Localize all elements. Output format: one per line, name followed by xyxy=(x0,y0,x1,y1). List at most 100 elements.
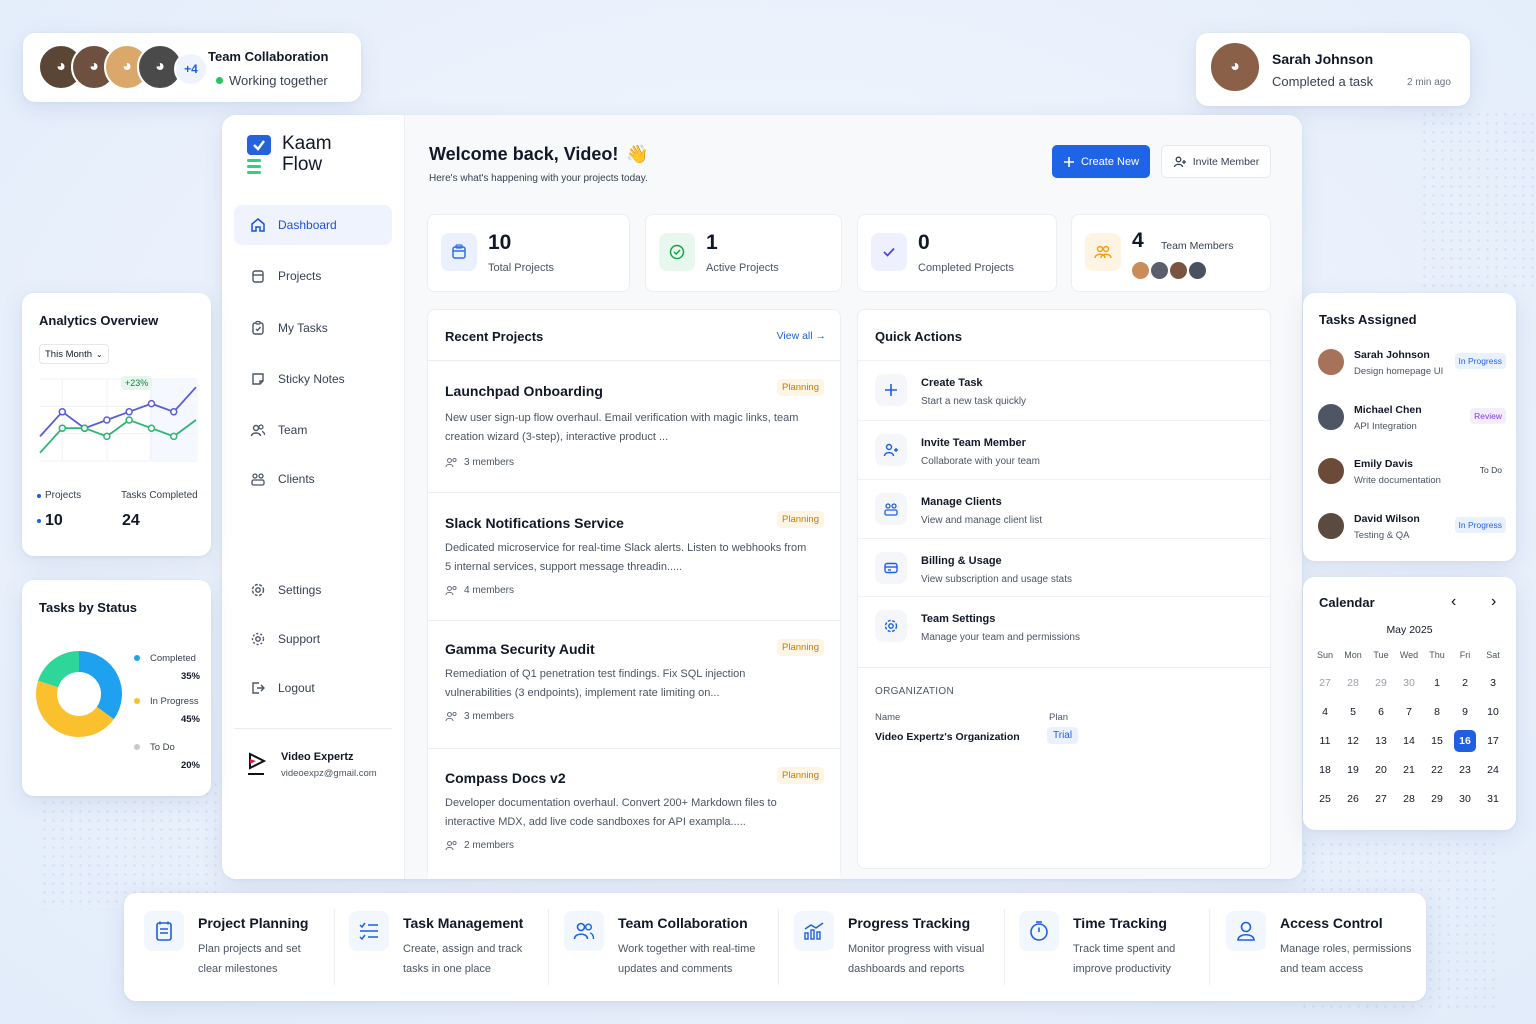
quick-actions-title: Quick Actions xyxy=(875,329,962,344)
calendar-day[interactable]: 28 xyxy=(1339,668,1367,697)
sidebar-item-projects[interactable]: Projects xyxy=(234,256,392,296)
user-email: videoexpz@gmail.com xyxy=(281,768,377,779)
calendar-day[interactable]: 16 xyxy=(1451,726,1479,755)
tasks-assigned-title: Tasks Assigned xyxy=(1319,312,1417,327)
user-profile[interactable]: Video Expertz videoexpz@gmail.com xyxy=(246,749,396,785)
calendar-day[interactable]: 13 xyxy=(1367,726,1395,755)
calendar-day[interactable]: 27 xyxy=(1367,784,1395,813)
sidebar-item-team[interactable]: Team xyxy=(234,410,392,450)
calendar-day[interactable]: 21 xyxy=(1395,755,1423,784)
calendar-day[interactable]: 3 xyxy=(1479,668,1507,697)
avatar xyxy=(1149,260,1170,281)
calendar-day[interactable]: 5 xyxy=(1339,697,1367,726)
sidebar-item-sticky-notes[interactable]: Sticky Notes xyxy=(234,359,392,399)
members-count: 3 members xyxy=(464,457,515,468)
calendar-day[interactable]: 2 xyxy=(1451,668,1479,697)
calendar-day[interactable]: 8 xyxy=(1423,697,1451,726)
calendar-day[interactable]: 15 xyxy=(1423,726,1451,755)
quick-action-invite-team-member[interactable]: Invite Team Member Collaborate with your… xyxy=(858,420,1270,479)
logout-icon xyxy=(250,680,266,696)
create-new-button[interactable]: Create New xyxy=(1052,145,1150,178)
brand-line-2: Flow xyxy=(282,154,323,175)
project-card[interactable]: Launchpad Onboarding Planning New user s… xyxy=(428,360,840,486)
project-card[interactable]: Slack Notifications Service Planning Ded… xyxy=(428,492,840,614)
legend-dot xyxy=(134,655,140,661)
calendar-day[interactable]: 19 xyxy=(1339,755,1367,784)
quick-action-create-task[interactable]: Create Task Start a new task quickly xyxy=(858,360,1270,419)
calendar-day[interactable]: 22 xyxy=(1423,755,1451,784)
calendar-day[interactable]: 29 xyxy=(1367,668,1395,697)
next-month-button[interactable]: › xyxy=(1491,593,1496,611)
project-card[interactable]: Compass Docs v2 Planning Developer docum… xyxy=(428,748,840,879)
task-item[interactable]: David Wilson Testing & QA In Progress xyxy=(1316,505,1506,549)
task-item[interactable]: Emily Davis Write documentation To Do xyxy=(1316,450,1506,494)
avatar xyxy=(1316,347,1346,377)
calendar-day[interactable]: 4 xyxy=(1311,697,1339,726)
view-all-link[interactable]: View all → xyxy=(777,330,826,342)
wave-emoji: 👋 xyxy=(626,144,649,164)
weekday-label: Mon xyxy=(1344,649,1362,660)
status-badge: Planning xyxy=(777,767,824,784)
calendar-day[interactable]: 28 xyxy=(1395,784,1423,813)
calendar-day[interactable]: 12 xyxy=(1339,726,1367,755)
stat-card-total-projects: 10 Total Projects xyxy=(427,214,630,292)
calendar-day[interactable]: 23 xyxy=(1451,755,1479,784)
calendar-day[interactable]: 6 xyxy=(1367,697,1395,726)
calendar-day[interactable]: 25 xyxy=(1311,784,1339,813)
project-members: 3 members xyxy=(445,711,514,722)
sidebar-item-label: Settings xyxy=(278,583,322,597)
calendar-day[interactable]: 29 xyxy=(1423,784,1451,813)
calendar-day[interactable]: 26 xyxy=(1339,784,1367,813)
quick-action-team-settings[interactable]: Team Settings Manage your team and permi… xyxy=(858,596,1270,655)
calendar-day[interactable]: 17 xyxy=(1479,726,1507,755)
task-item[interactable]: Sarah Johnson Design homepage UI In Prog… xyxy=(1316,341,1506,385)
user-plus-icon xyxy=(1173,155,1187,169)
calendar-day[interactable]: 20 xyxy=(1367,755,1395,784)
sidebar-item-my-tasks[interactable]: My Tasks xyxy=(234,308,392,348)
clients-icon xyxy=(875,493,907,525)
calendar-day[interactable]: 9 xyxy=(1451,697,1479,726)
feature-title: Access Control xyxy=(1280,915,1383,931)
project-card[interactable]: Gamma Security Audit Planning Remediatio… xyxy=(428,620,840,742)
quick-action-billing-usage[interactable]: Billing & Usage View subscription and us… xyxy=(858,538,1270,597)
sidebar-item-logout[interactable]: Logout xyxy=(234,668,392,708)
action-title: Billing & Usage xyxy=(921,555,1002,567)
data-point xyxy=(80,424,89,432)
stat-label: Total Projects xyxy=(488,262,555,274)
calendar-day[interactable]: 7 xyxy=(1395,697,1423,726)
chart-icon xyxy=(794,911,834,951)
calendar-day[interactable]: 11 xyxy=(1311,726,1339,755)
feature-task-management: Task Management Create, assign and track… xyxy=(329,893,549,1001)
prev-month-button[interactable]: ‹ xyxy=(1451,593,1456,611)
stat-value: 1 xyxy=(706,231,718,254)
calendar-day[interactable]: 10 xyxy=(1479,697,1507,726)
sidebar-item-dashboard[interactable]: Dashboard xyxy=(234,205,392,245)
calendar-day[interactable]: 18 xyxy=(1311,755,1339,784)
home-icon xyxy=(250,217,266,233)
invite-member-button[interactable]: Invite Member xyxy=(1161,145,1271,178)
clients-icon xyxy=(250,471,266,487)
calendar-day[interactable]: 24 xyxy=(1479,755,1507,784)
stat-card-team-members: 4 Team Members xyxy=(1071,214,1271,292)
calendar-day[interactable]: 30 xyxy=(1451,784,1479,813)
calendar-day[interactable]: 31 xyxy=(1479,784,1507,813)
sidebar-item-settings[interactable]: Settings xyxy=(234,570,392,610)
quick-action-manage-clients[interactable]: Manage Clients View and manage client li… xyxy=(858,479,1270,538)
legend-value: 35% xyxy=(180,671,200,682)
extra-members-badge[interactable]: +4 xyxy=(174,52,208,86)
action-subtitle: View subscription and usage stats xyxy=(921,574,1073,585)
sidebar-item-support[interactable]: Support xyxy=(234,619,392,659)
brand-logo[interactable]: Kaam Flow xyxy=(246,133,332,175)
calendar-day[interactable]: 27 xyxy=(1311,668,1339,697)
calendar-day[interactable]: 14 xyxy=(1395,726,1423,755)
invite-member-label: Invite Member xyxy=(1192,155,1260,168)
task-name: Testing & QA xyxy=(1354,530,1410,541)
calendar-day[interactable]: 30 xyxy=(1395,668,1423,697)
task-item[interactable]: Michael Chen API Integration Review xyxy=(1316,396,1506,440)
period-select[interactable]: This Month ⌄ xyxy=(39,344,109,364)
sidebar-item-label: Projects xyxy=(278,269,322,283)
avatar xyxy=(1316,402,1346,432)
calendar-day[interactable]: 1 xyxy=(1423,668,1451,697)
avatar xyxy=(1168,260,1189,281)
sidebar-item-clients[interactable]: Clients xyxy=(234,459,392,499)
